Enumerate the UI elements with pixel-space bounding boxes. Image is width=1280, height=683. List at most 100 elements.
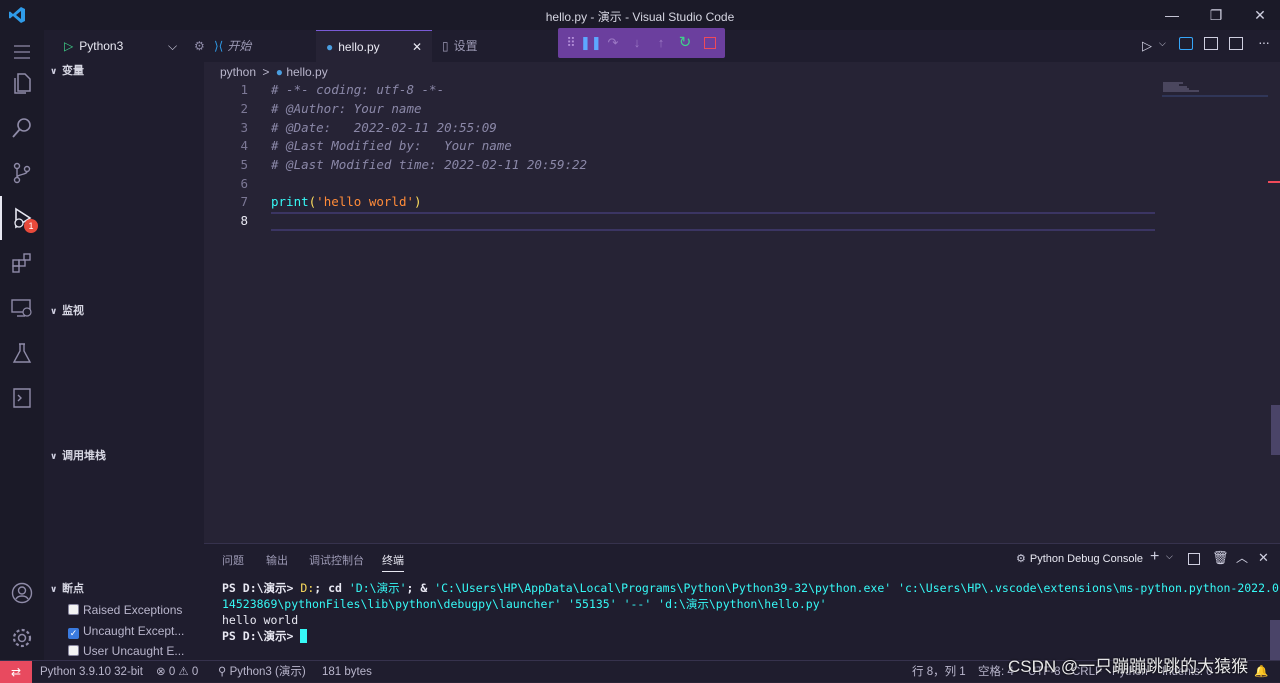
split-editor-icon[interactable] [1229, 37, 1243, 50]
code-line[interactable]: 6 [204, 175, 271, 194]
maximize-panel-icon[interactable]: ︿ [1236, 549, 1248, 566]
csdn-watermark: CSDN @一只蹦蹦跳跳的大猿猴 [1008, 657, 1249, 676]
line-number: 5 [240, 157, 248, 172]
tab-settings[interactable]: ▯ 设置 [432, 30, 522, 62]
stop-icon[interactable] [704, 37, 716, 49]
code-comment: # @Date: 2022-02-11 20:55:09 [271, 120, 497, 135]
notifications-icon[interactable]: 🔔 [1254, 661, 1268, 683]
close-panel-icon[interactable]: ✕ [1258, 550, 1269, 566]
problems-count[interactable]: ⊗ 0 ⚠ 0 [156, 661, 198, 683]
step-over-icon[interactable]: ↷ [604, 33, 622, 53]
terminal-select[interactable]: ⚙ Python Debug Console [1016, 552, 1143, 565]
terminal-icon[interactable] [0, 376, 44, 420]
code-line[interactable]: 1 # -*- coding: utf-8 -*- [204, 81, 444, 100]
tab-label: 开始 [227, 39, 252, 53]
breakpoint-checkbox-checked[interactable]: ✓ [68, 628, 79, 639]
minimap[interactable] [1162, 80, 1268, 98]
line-number: 7 [240, 194, 248, 209]
breakpoint-label: Uncaught Except... [83, 624, 185, 638]
line-number: 8 [240, 213, 248, 228]
python-icon: ● [326, 40, 334, 54]
editor-scrollbar[interactable] [1271, 405, 1280, 455]
panel-tab-output[interactable]: 输出 [266, 552, 288, 568]
debug-config-select[interactable]: ▷ Python3 ⌵ ⚙ [64, 34, 208, 58]
terminal-prompt: PS D:\演示> [222, 629, 301, 643]
code-comment: # @Last Modified time: 2022-02-11 20:59:… [271, 157, 588, 172]
breakpoint-label: Raised Exceptions [83, 603, 183, 617]
python-interpreter[interactable]: Python 3.9.10 32-bit [40, 661, 143, 683]
watch-section-header[interactable]: ∨ 监视 [44, 300, 204, 322]
breakpoint-checkbox[interactable] [68, 604, 79, 615]
panel-tab-debug-console[interactable]: 调试控制台 [309, 552, 364, 568]
callstack-section-header[interactable]: ∨ 调用堆栈 [44, 445, 204, 467]
remote-indicator-icon[interactable]: ⇄ [0, 661, 32, 683]
restart-icon[interactable]: ↻ [676, 33, 694, 53]
start-debug-icon[interactable]: ▷ [64, 39, 73, 53]
close-window-button[interactable]: ✕ [1240, 4, 1280, 26]
debug-session[interactable]: ⚲ Python3 (演示) [218, 661, 306, 683]
debug-python-icon[interactable] [1179, 37, 1193, 50]
panel-tab-problems[interactable]: 问题 [222, 552, 244, 568]
search-icon[interactable] [0, 106, 44, 150]
line-number: 6 [240, 176, 248, 191]
line-number: 3 [240, 120, 248, 135]
breakpoint-item[interactable]: Raised Exceptions [68, 600, 182, 620]
file-icon: ▯ [442, 39, 449, 53]
tab-hello-py[interactable]: ● hello.py ✕ [316, 30, 432, 62]
chevron-down-icon: ⌵ [168, 39, 178, 53]
code-line[interactable]: 7 print('hello world') [204, 193, 421, 212]
chevron-down-icon[interactable]: ⌵ [1166, 551, 1173, 562]
terminal-line[interactable]: PS D:\演示> [222, 628, 308, 644]
more-actions-icon[interactable]: ··· [1258, 34, 1270, 50]
breakpoints-section-header[interactable]: ∨ 断点 [44, 578, 204, 600]
run-file-icon[interactable]: ▷ [1142, 38, 1152, 54]
minimize-button[interactable]: — [1152, 4, 1192, 26]
breakpoint-checkbox[interactable] [68, 645, 79, 656]
python-icon: ● [275, 65, 283, 79]
source-control-icon[interactable] [0, 151, 44, 195]
tab-close-icon[interactable]: ✕ [412, 31, 422, 63]
terminal-text: ; & [406, 581, 435, 595]
drag-handle-icon[interactable]: ⠿ [562, 33, 580, 53]
panel-tab-terminal[interactable]: 终端 [382, 552, 404, 572]
testing-icon[interactable] [0, 331, 44, 375]
breadcrumb-folder[interactable]: python [220, 65, 256, 79]
pause-icon[interactable]: ❚❚ [580, 33, 602, 53]
restore-button[interactable]: ❐ [1196, 4, 1236, 26]
breakpoint-item[interactable]: ✓ Uncaught Except... [68, 621, 184, 641]
breadcrumb-file[interactable]: hello.py [286, 65, 327, 79]
trash-icon[interactable]: 🗑 [1212, 550, 1229, 566]
split-terminal-icon[interactable] [1188, 553, 1200, 565]
run-debug-icon[interactable] [0, 196, 44, 240]
terminal-scrollbar[interactable] [1270, 620, 1280, 660]
terminal-command: D: [300, 581, 315, 595]
explorer-icon[interactable] [0, 60, 44, 104]
step-out-icon[interactable]: ↑ [652, 33, 670, 53]
debug-sidebar: ▷ Python3 ⌵ ⚙ ∨ 变量 ∨ 监视 ∨ 调用堆栈 ∨ 断点 Raised Ex… [44, 30, 205, 661]
settings-gear-icon[interactable] [0, 616, 44, 660]
debug-gear-icon: ⚙ [1016, 553, 1026, 565]
chevron-down-icon: ∨ [50, 306, 58, 316]
cursor-position[interactable]: 行 8，列 1 [912, 661, 966, 683]
step-into-icon[interactable]: ↓ [628, 33, 646, 53]
new-terminal-icon[interactable]: + [1150, 548, 1159, 566]
open-preview-icon[interactable] [1204, 37, 1218, 50]
extensions-icon[interactable] [0, 241, 44, 285]
chevron-down-icon[interactable]: ⌵ [1159, 38, 1166, 49]
breakpoint-item[interactable]: User Uncaught E... [68, 641, 184, 661]
activity-bar: 1 [0, 30, 44, 660]
code-string: 'hello world' [316, 194, 415, 209]
code-line[interactable]: 5 # @Last Modified time: 2022-02-11 20:59… [204, 156, 587, 175]
file-size: 181 bytes [322, 666, 372, 678]
code-line[interactable]: 4 # @Last Modified by: Your name [204, 137, 511, 156]
code-line[interactable]: 3 # @Date: 2022-02-11 20:55:09 [204, 119, 497, 138]
tab-welcome[interactable]: ⟩⟨ 开始 [204, 30, 316, 62]
code-line[interactable]: 8 [204, 212, 271, 231]
remote-explorer-icon[interactable] [0, 286, 44, 330]
title-bar: hello.py - 演示 - Visual Studio Code — ❐ ✕ [0, 0, 1280, 30]
chevron-down-icon: ∨ [50, 584, 58, 594]
debug-config-name: Python3 [79, 39, 124, 53]
code-line[interactable]: 2 # @Author: Your name [204, 100, 421, 119]
variables-section-header[interactable]: ∨ 变量 [44, 60, 204, 82]
account-icon[interactable] [0, 571, 44, 615]
